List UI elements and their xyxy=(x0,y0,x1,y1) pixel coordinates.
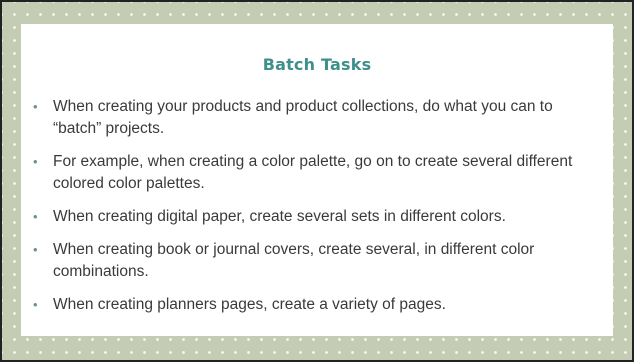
bullet-text: When creating digital paper, create seve… xyxy=(53,208,506,225)
bullet-marker: • xyxy=(33,99,38,114)
bullet-text: When creating your products and product … xyxy=(53,98,553,137)
bullet-item: • For example, when creating a color pal… xyxy=(33,151,583,195)
bullet-text: For example, when creating a color palet… xyxy=(53,153,573,192)
bullet-item: • When creating digital paper, create se… xyxy=(33,206,583,228)
slide-frame: Batch Tasks • When creating your product… xyxy=(0,0,634,362)
bullet-marker: • xyxy=(33,209,38,224)
bullet-item: • When creating planners pages, create a… xyxy=(33,294,583,316)
bullet-marker: • xyxy=(33,154,38,169)
bullet-marker: • xyxy=(33,297,38,312)
bullet-item: • When creating your products and produc… xyxy=(33,96,583,140)
slide-content-area: Batch Tasks • When creating your product… xyxy=(21,24,613,336)
slide-title: Batch Tasks xyxy=(262,55,372,74)
bullet-item: • When creating book or journal covers, … xyxy=(33,239,583,283)
bullet-text: When creating book or journal covers, cr… xyxy=(53,241,535,280)
bullet-text: When creating planners pages, create a v… xyxy=(53,296,446,313)
bullet-marker: • xyxy=(33,242,38,257)
